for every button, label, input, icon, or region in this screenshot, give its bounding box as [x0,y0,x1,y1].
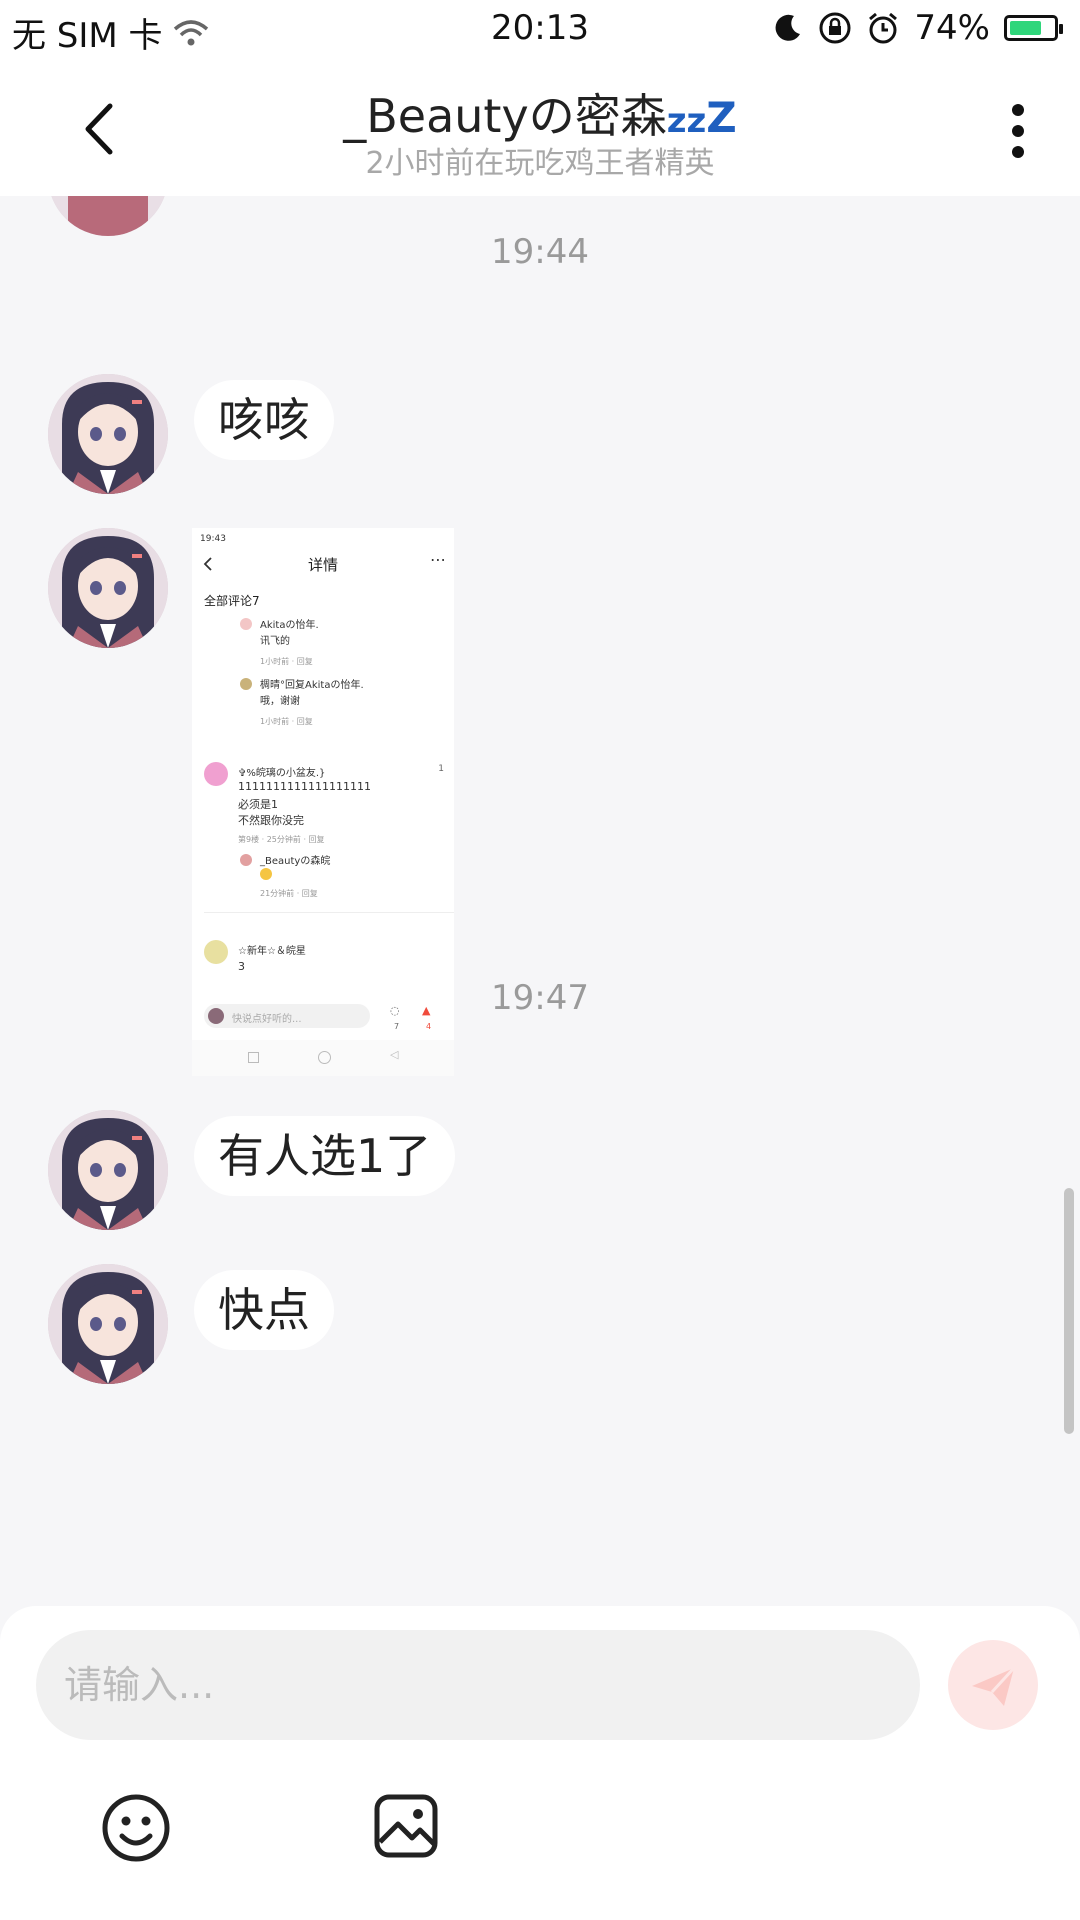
shared-comment-meta: 21分钟前 · 回复 [260,889,318,898]
shared-comment-name: ✞%皖璃の小盆友.} [238,768,326,779]
emoji-button[interactable] [100,1792,172,1864]
battery-fill [1010,21,1041,35]
status-bar: 无 SIM 卡 20:13 74% [0,0,1080,56]
battery-icon [1004,15,1063,41]
avatar[interactable] [48,1110,168,1230]
shared-comment-name: _Beautyの森皖 [260,856,331,867]
shared-title: 详情 [307,556,338,574]
shared-more-icon: ⋯ [430,550,446,569]
more-vertical-icon [1012,104,1024,158]
shared-status-time: 19:43 [200,534,226,544]
composer-panel [0,1606,1080,1920]
moon-icon [775,14,801,41]
shared-emoji-icon [260,868,272,880]
shared-comment-text: 不然跟你没完 [238,814,304,827]
shared-comment-name: 椆晴°回复Akitaの怡年. [260,680,364,691]
chat-message-list[interactable]: 19:44 咳咳 19:43 详情 ⋯ 全部评论7 Akitaの怡年. 讯飞的 … [0,196,1080,1606]
shared-divider [204,912,454,913]
shared-comment-text: 哦，谢谢 [260,696,300,707]
shared-section-label: 全部评论7 [204,594,260,608]
image-icon [374,1794,438,1858]
shared-comment-meta: 第9楼 · 25分钟前 · 回复 [238,835,325,844]
message-bubble[interactable]: 有人选1了 [194,1116,456,1196]
shared-nav-square-icon [248,1052,259,1063]
avatar-image [48,196,168,236]
message-bubble[interactable]: 快点 [194,1270,334,1350]
avatar[interactable] [48,528,168,648]
avatar[interactable] [48,196,168,236]
shared-nav-back-icon: ◁ [390,1048,399,1061]
shared-comment-meta: 1小时前 · 回复 [260,717,313,726]
shared-comment-text: 讯飞的 [260,636,290,647]
status-right: 74% [772,8,1063,48]
more-options-button[interactable] [996,96,1040,166]
shared-comment-name: ☆新年☆＆皖星 [238,946,306,957]
shared-comment-text: 必须是1 [238,798,278,811]
chat-title: _Beautyの密森zzZ [0,80,1080,146]
scrollbar-thumb[interactable] [1064,1188,1074,1434]
avatar-image [48,1264,168,1384]
message-input[interactable] [36,1630,920,1740]
send-button[interactable] [948,1640,1038,1730]
shared-commenter-avatar [240,678,252,690]
smiley-icon [102,1794,170,1862]
avatar-image [48,1110,168,1230]
shared-commenter-avatar [240,854,252,866]
message-timestamp: 19:44 [491,232,589,272]
message-bubble[interactable]: 咳咳 [194,380,334,460]
chat-title-text: _Beautyの密森 [343,89,667,143]
shared-comment-meta: 1小时前 · 回复 [260,657,313,666]
avatar-image [48,528,168,648]
image-picker-button[interactable] [372,1792,440,1860]
avatar-image [48,374,168,494]
battery-percent: 74% [914,8,990,48]
shared-commenter-avatar [204,762,228,786]
rotation-lock-icon [819,12,851,44]
chat-header: _Beautyの密森zzZ 2小时前在玩吃鸡王者精英 [0,56,1080,196]
shared-commenter-avatar [204,940,228,964]
shared-commenter-avatar [240,618,252,630]
shared-nav-circle-icon [318,1051,331,1064]
sleeping-zzz-icon: zzZ [666,93,737,142]
shared-like-count: 1 [438,764,444,774]
avatar[interactable] [48,374,168,494]
chat-subtitle: 2小时前在玩吃鸡王者精英 [365,146,715,181]
shared-comment-text: 1111111111111111111 [238,780,371,793]
message-timestamp: 19:47 [491,978,589,1018]
send-icon [972,1666,1016,1706]
avatar[interactable] [48,1264,168,1384]
shared-like-total: 4 [426,1022,432,1031]
shared-comment-text: 3 [238,960,245,973]
alarm-icon [869,12,898,44]
shared-comment-count: 7 [394,1022,400,1031]
shared-comment-name: Akitaの怡年. [260,620,319,631]
